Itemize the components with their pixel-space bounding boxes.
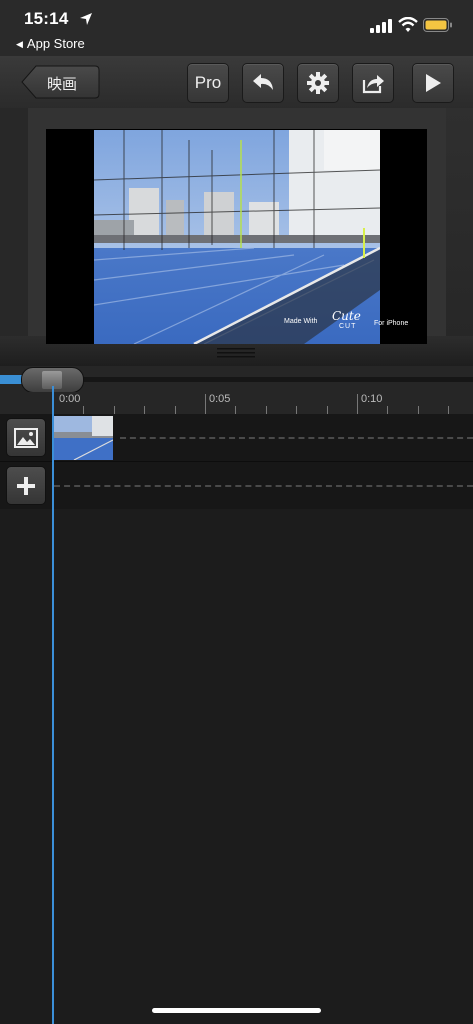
back-app-label: App Store <box>26 36 85 51</box>
play-button[interactable] <box>412 63 454 103</box>
tick-label-5: 0:05 <box>209 393 231 405</box>
editor-toolbar: 映画 Pro <box>0 56 473 109</box>
wifi-icon <box>398 17 418 32</box>
share-button[interactable] <box>352 63 394 103</box>
track-dash-line <box>120 437 473 439</box>
back-to-app-store[interactable]: ◀ App Store <box>16 36 85 51</box>
back-to-movies-button[interactable]: 映画 <box>21 65 100 99</box>
ruler-minor-tick <box>266 406 267 414</box>
back-triangle-icon: ◀ <box>16 39 23 49</box>
scrubber-track[interactable] <box>30 377 473 382</box>
status-time: 15:14 <box>24 9 69 28</box>
watermark-cute: Cute <box>332 309 361 323</box>
watermark-made-with: Made With <box>284 318 318 325</box>
ruler-minor-tick <box>387 406 388 414</box>
photo-clip[interactable] <box>54 416 113 460</box>
resize-grip-icon[interactable] <box>217 345 255 361</box>
track-dash-line <box>54 485 473 487</box>
add-track <box>0 462 473 510</box>
clip-thumbnail <box>54 416 113 460</box>
timeline-ruler[interactable]: 0:00 0:05 0:10 <box>0 392 473 415</box>
undo-icon <box>253 74 273 90</box>
signal-icon <box>370 19 392 33</box>
ruler-minor-tick <box>418 406 419 414</box>
ruler-major-tick <box>205 394 206 414</box>
ruler-major-tick <box>357 394 358 414</box>
status-bar: 15:14 ◀ App Store <box>0 0 473 56</box>
watermark-cut: CUT <box>339 323 357 330</box>
location-arrow-icon <box>80 13 92 25</box>
home-indicator[interactable] <box>152 1008 321 1013</box>
image-icon <box>14 427 38 448</box>
stage-left-wall <box>0 108 28 366</box>
cute-cut-watermark: Made With Cute CUT For iPhone <box>284 309 408 330</box>
add-photo-button[interactable] <box>6 418 46 457</box>
pro-label: Pro <box>194 73 222 92</box>
share-icon <box>362 75 384 94</box>
battery-icon <box>423 18 452 32</box>
watermark-for-iphone: For iPhone <box>374 320 409 327</box>
ruler-minor-tick <box>296 406 297 414</box>
add-media-button[interactable] <box>6 466 46 505</box>
timeline-empty-area[interactable] <box>0 509 473 1024</box>
undo-button[interactable] <box>242 63 284 103</box>
ruler-minor-tick <box>327 406 328 414</box>
settings-button[interactable] <box>297 63 339 103</box>
pro-button[interactable]: Pro <box>187 63 229 103</box>
ruler-minor-tick <box>144 406 145 414</box>
plus-icon <box>17 476 35 495</box>
ruler-minor-tick <box>114 406 115 414</box>
ruler-minor-tick <box>83 406 84 414</box>
tick-label-10: 0:10 <box>361 393 383 405</box>
back-button-label: 映画 <box>47 76 78 93</box>
playhead[interactable] <box>52 386 54 1024</box>
gear-icon <box>307 72 329 94</box>
play-icon <box>426 74 441 92</box>
ruler-minor-tick <box>448 406 449 414</box>
tick-label-0: 0:00 <box>59 393 81 405</box>
ruler-minor-tick <box>235 406 236 414</box>
ruler-minor-tick <box>175 406 176 414</box>
